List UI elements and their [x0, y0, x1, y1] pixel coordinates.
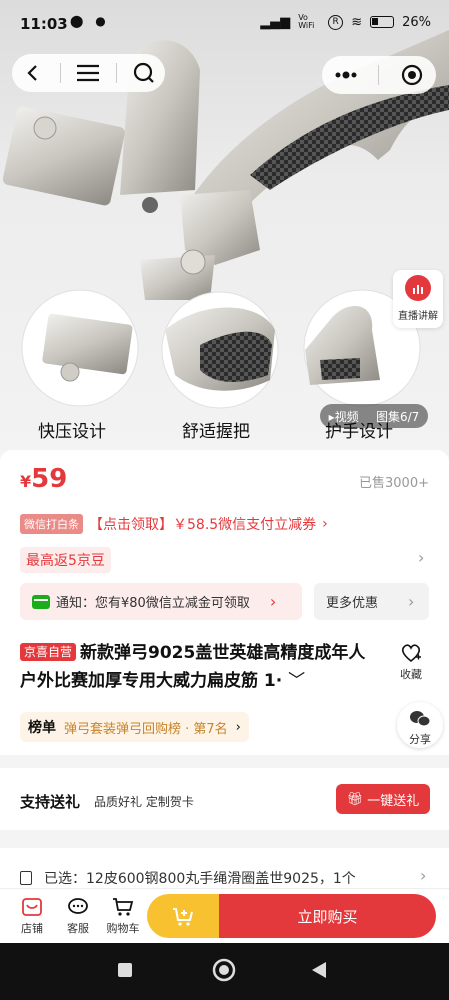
system-nav-buttons [118, 958, 326, 982]
cart-button[interactable]: 购物车 [103, 897, 143, 936]
feature-label: 舒适握把 [182, 422, 250, 442]
coupon-text: 【点击领取】￥58.5微信支付立减券 [89, 517, 317, 533]
system-nav-bar [0, 943, 449, 1000]
search-icon[interactable] [129, 58, 159, 88]
live-icon [405, 275, 431, 301]
divider [115, 63, 117, 83]
divider [60, 63, 62, 83]
add-to-cart-button[interactable] [147, 894, 219, 938]
service-label: 客服 [67, 922, 89, 935]
product-info-card: ¥59 已售3000+ 微信打白条 【点击领取】￥58.5微信支付立减券 › 最… [0, 450, 449, 755]
favorite-label: 收藏 [400, 668, 422, 681]
expand-icon[interactable]: ﹀ [288, 671, 305, 691]
chevron-right-icon: › [408, 592, 415, 611]
ranking-badge[interactable]: 榜单 弹弓套装弹弓回购榜 · 第7名 › [20, 712, 249, 742]
feature-label: 快压设计 [38, 422, 106, 442]
bottom-action-bar: 店铺 客服 购物车 立即购买 [0, 888, 449, 943]
back-icon[interactable] [18, 58, 48, 88]
status-bar: 11:03 ⬤ ● ▂▄▆ Vo WiFi R ≋ 26% [0, 0, 449, 48]
gift-icon: 🎁︎ [346, 791, 364, 807]
bean-rebate[interactable]: 最高返5京豆 [20, 547, 111, 573]
sold-count: 已售3000+ [359, 476, 429, 491]
gift-title: 支持送礼 [20, 793, 81, 811]
gift-subtitle: 品质好礼 定制贺卡 [94, 795, 194, 809]
product-page: 11:03 ⬤ ● ▂▄▆ Vo WiFi R ≋ 26% 直播讲解 快压设计 … [0, 0, 449, 1000]
video-tab[interactable]: ▸视频 [329, 408, 359, 425]
chevron-right-icon: › [322, 516, 328, 532]
chat-icon [68, 898, 88, 914]
gallery-counter[interactable]: 图集6/7 [376, 408, 419, 425]
coupon-row[interactable]: 微信打白条 【点击领取】￥58.5微信支付立减券 › [20, 514, 328, 534]
cart-label: 购物车 [106, 922, 140, 935]
battery-icon [370, 16, 395, 28]
divider [378, 65, 380, 85]
chevron-right-icon: › [269, 592, 277, 611]
notice-text: 通知：您有¥80微信立减金可领取 [56, 596, 250, 611]
share-label: 分享 [409, 733, 431, 746]
spec-icon [20, 871, 32, 885]
shop-button[interactable]: 店铺 [12, 897, 52, 936]
price: ¥59 [20, 464, 67, 494]
add-cart-icon [173, 908, 193, 926]
close-miniapp-icon[interactable] [397, 60, 427, 90]
product-gallery[interactable]: 11:03 ⬤ ● ▂▄▆ Vo WiFi R ≋ 26% 直播讲解 快压设计 … [0, 0, 449, 450]
wechat-icon [410, 711, 431, 727]
wechat-credit-tag: 微信打白条 [20, 514, 83, 534]
send-gift-label: 一键送礼 [367, 793, 420, 809]
signal-icon: ▂▄▆ [260, 14, 291, 30]
favorite-button[interactable]: 收藏 [400, 643, 422, 682]
cart-icon [113, 898, 134, 916]
chevron-right-icon: › [420, 866, 427, 885]
ranking-text: 弹弓套装弹弓回购榜 · 第7名 [64, 721, 228, 737]
product-title: 京喜自营 新款弹弓9025盖世英雄高精度成年人户外比赛加厚专用大威力扁皮筋 1· … [20, 638, 380, 695]
notification-icons: ⬤ ● [70, 14, 110, 28]
clock: 11:03 [20, 15, 68, 33]
more-icon[interactable] [331, 60, 361, 90]
live-label: 直播讲解 [398, 311, 438, 322]
buy-now-button[interactable]: 立即购买 [219, 894, 436, 938]
status-right: ▂▄▆ Vo WiFi R ≋ 26% [260, 14, 431, 30]
customer-service-button[interactable]: 客服 [58, 897, 98, 936]
registered-icon: R [328, 14, 344, 30]
battery-level: 26% [402, 14, 431, 30]
selected-spec-text: 已选：12皮600钢800丸手绳滑圈盖世9025，1个 [44, 871, 356, 887]
miniapp-capsule [322, 56, 436, 94]
wifi-icon: ≋ [351, 14, 363, 30]
nav-capsule [12, 54, 165, 92]
share-button[interactable]: 分享 [397, 702, 443, 748]
shop-icon [22, 898, 42, 916]
menu-icon[interactable] [73, 58, 103, 88]
chevron-right-icon: › [235, 719, 241, 735]
gallery-switch[interactable]: ▸视频 图集6/7 [320, 404, 428, 428]
currency-symbol: ¥ [20, 472, 32, 491]
shop-label: 店铺 [21, 922, 43, 935]
vowifi-icon: Vo WiFi [298, 13, 315, 30]
wallet-icon [32, 594, 50, 609]
wechat-notice[interactable]: 通知：您有¥80微信立减金可领取 › [20, 583, 302, 620]
back-nav-icon [312, 962, 326, 978]
more-offers-button[interactable]: 更多优惠 › [314, 583, 429, 620]
gift-card: 支持送礼 品质好礼 定制贺卡 🎁︎ 一键送礼 [0, 768, 449, 830]
recents-icon [118, 963, 132, 977]
live-stream-button[interactable]: 直播讲解 [393, 270, 443, 328]
ranking-label: 榜单 [28, 720, 56, 736]
price-value: 59 [31, 464, 68, 494]
selected-spec: 已选：12皮600钢800丸手绳滑圈盖世9025，1个 [20, 868, 356, 888]
self-operated-tag: 京喜自营 [20, 643, 77, 661]
chevron-right-icon[interactable]: › [418, 548, 424, 567]
more-offers-label: 更多优惠 [326, 596, 379, 611]
heart-icon [401, 644, 421, 663]
send-gift-button[interactable]: 🎁︎ 一键送礼 [336, 784, 430, 814]
